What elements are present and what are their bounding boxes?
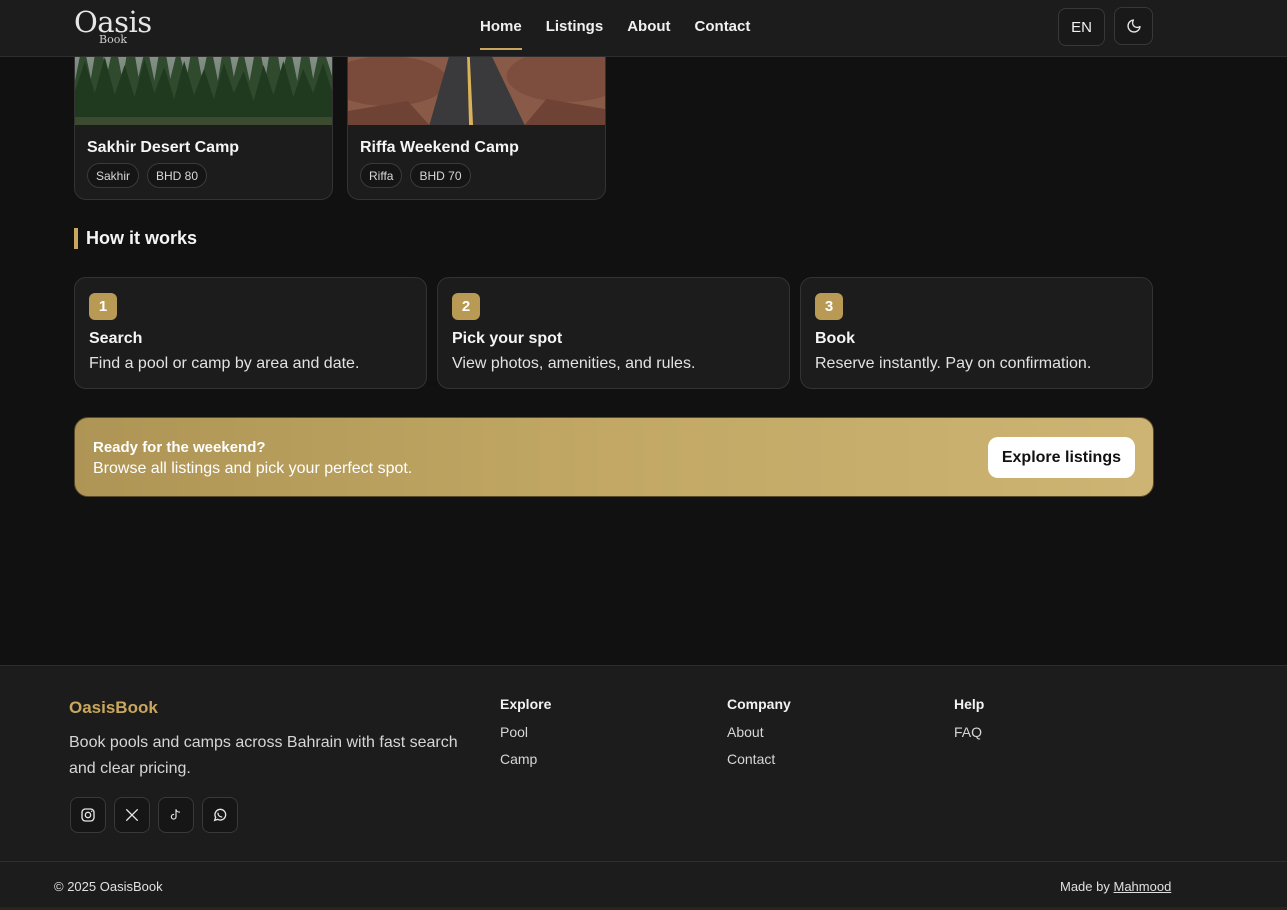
cta-banner: Ready for the weekend? Browse all listin… [74,417,1154,497]
language-button[interactable]: EN [1058,8,1105,46]
whatsapp-icon [213,808,227,822]
made-by: Made by Mahmood [1060,879,1171,894]
logo-sub-text: Book [99,33,127,46]
nav-contact[interactable]: Contact [695,0,751,56]
price-chip: BHD 70 [410,163,471,188]
nav-about[interactable]: About [627,0,670,56]
step-title: Book [815,330,855,347]
site-footer: OasisBook Book pools and camps across Ba… [0,665,1287,910]
step-number: 3 [815,293,843,320]
made-by-prefix: Made by [1060,879,1110,894]
main-nav: Home Listings About Contact [480,0,750,56]
tiktok-icon [170,809,181,820]
whatsapp-link[interactable] [202,797,238,833]
footer-link-about[interactable]: About [727,724,791,740]
listing-chips: Sakhir BHD 80 [87,163,208,188]
step-title: Pick your spot [452,330,563,347]
copyright-text: © 2025 OasisBook [54,879,163,894]
step-card: 1 Search Find a pool or camp by area and… [74,277,427,389]
explore-listings-button[interactable]: Explore listings [987,437,1135,478]
footer-description: Book pools and camps across Bahrain with… [69,734,458,777]
footer-column-heading: Help [954,696,985,712]
listing-title: Sakhir Desert Camp [87,139,240,156]
x-icon [126,809,138,821]
theme-toggle-button[interactable] [1114,7,1153,45]
footer-divider [0,861,1287,862]
step-description: Reserve instantly. Pay on confirmation. [815,355,1092,372]
location-chip: Riffa [360,163,403,188]
site-header: Oasis Book Home Listings About Contact E… [0,0,1287,57]
footer-column-heading: Explore [500,696,552,712]
step-card: 2 Pick your spot View photos, amenities,… [437,277,790,389]
listing-title: Riffa Weekend Camp [360,139,519,156]
step-number: 1 [89,293,117,320]
footer-column-company: Company About Contact [727,696,791,778]
footer-column-heading: Company [727,696,791,712]
cta-title: Ready for the weekend? [93,439,266,456]
x-link[interactable] [114,797,150,833]
tiktok-link[interactable] [158,797,194,833]
step-description: View photos, amenities, and rules. [452,355,696,372]
footer-link-camp[interactable]: Camp [500,751,551,767]
moon-icon [1126,19,1141,33]
social-links [70,797,238,833]
step-description: Find a pool or camp by area and date. [89,355,360,372]
price-chip: BHD 80 [147,163,208,188]
footer-column-help: Help FAQ [954,696,984,751]
nav-home[interactable]: Home [480,0,522,56]
location-chip: Sakhir [87,163,140,188]
footer-brand: OasisBook [69,698,158,717]
footer-link-faq[interactable]: FAQ [954,724,984,740]
how-it-works-title: How it works [74,228,197,249]
nav-listings[interactable]: Listings [546,0,604,56]
instagram-icon [81,808,95,822]
footer-link-pool[interactable]: Pool [500,724,551,740]
listing-chips: Riffa BHD 70 [360,163,471,188]
footer-column-explore: Explore Pool Camp [500,696,551,778]
step-title: Search [89,330,143,347]
footer-link-contact[interactable]: Contact [727,751,791,767]
step-number: 2 [452,293,480,320]
logo[interactable]: Oasis Book [74,6,154,50]
instagram-link[interactable] [70,797,106,833]
step-card: 3 Book Reserve instantly. Pay on confirm… [800,277,1153,389]
cta-subtitle: Browse all listings and pick your perfec… [93,460,413,477]
author-link[interactable]: Mahmood [1114,879,1172,894]
